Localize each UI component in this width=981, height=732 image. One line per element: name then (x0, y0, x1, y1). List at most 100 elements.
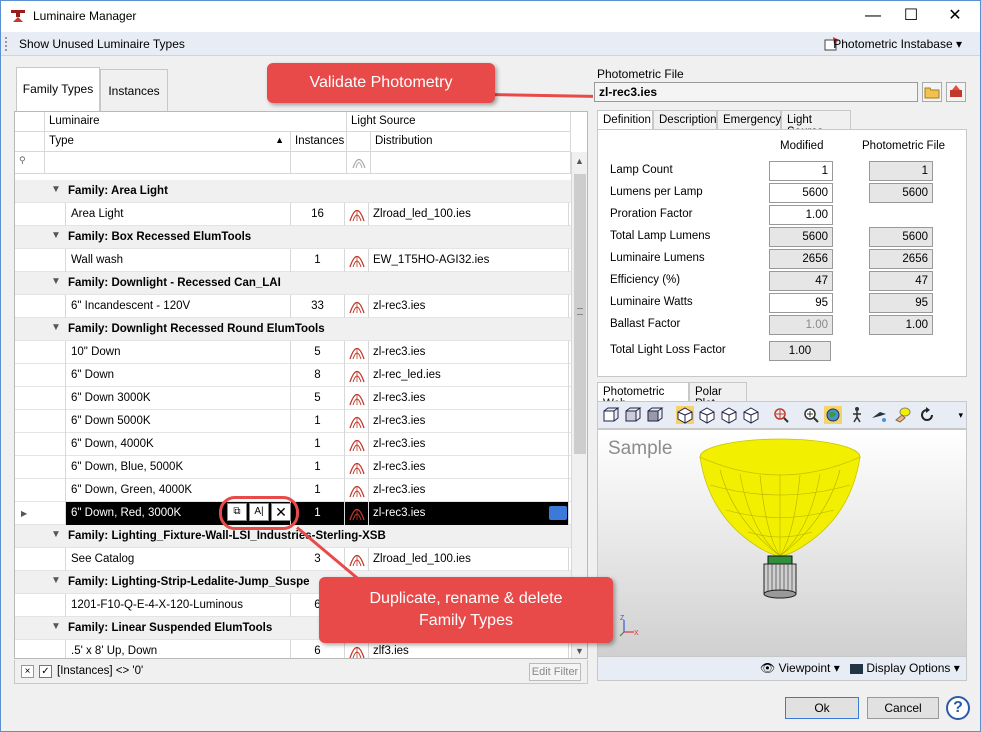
walk-icon[interactable] (848, 406, 866, 424)
tab-description[interactable]: Description (653, 110, 717, 130)
type-cell[interactable]: 6" Down (65, 364, 291, 387)
type-cell[interactable]: 6" Down 3000K (65, 387, 291, 410)
type-cell[interactable]: 6" Incandescent - 120V (65, 295, 291, 318)
family-group-row[interactable]: ▼ Family: Downlight - Recessed Can_LAI (15, 272, 571, 295)
type-cell[interactable]: 6" Down 5000K (65, 410, 291, 433)
type-cell[interactable]: 6" Down, 4000K (65, 433, 291, 456)
distribution-filter-input[interactable] (371, 152, 571, 173)
validate-photometry-button[interactable] (946, 82, 966, 102)
type-cell[interactable]: See Catalog (65, 548, 291, 571)
view-iso-1-icon[interactable] (676, 406, 694, 424)
type-cell[interactable]: 1201-F10-Q-E-4-X-120-Luminous (65, 594, 291, 617)
distribution-cell[interactable]: zl-rec3.ies (369, 433, 569, 456)
distribution-cell[interactable]: zl-rec3.ies (369, 502, 569, 525)
ok-button[interactable]: Ok (785, 697, 859, 719)
filter-enabled-checkbox[interactable]: ✓ (39, 665, 52, 678)
clear-filter-icon[interactable]: × (21, 665, 34, 678)
type-cell[interactable]: Wall wash (65, 249, 291, 272)
cancel-button[interactable]: Cancel (867, 697, 939, 719)
display-options-menu[interactable]: Display Options ▾ (850, 661, 960, 675)
distribution-icon-cell[interactable] (345, 249, 369, 272)
table-row[interactable]: 6" Down 8 zl-rec_led.ies (15, 364, 571, 387)
help-icon[interactable]: ? (946, 696, 970, 720)
table-row[interactable]: 6" Down 3000K 5 zl-rec3.ies (15, 387, 571, 410)
view-iso-2-icon[interactable] (698, 406, 716, 424)
distribution-icon-cell[interactable] (345, 410, 369, 433)
view-iso-4-icon[interactable] (742, 406, 760, 424)
distribution-cell[interactable]: zl-rec3.ies (369, 341, 569, 364)
table-row[interactable]: 6" Incandescent - 120V 33 zl-rec3.ies (15, 295, 571, 318)
collapse-icon[interactable]: ▼ (51, 276, 61, 287)
toolbar-overflow-icon[interactable]: ▾ (958, 410, 963, 421)
distribution-cell[interactable]: zl-rec3.ies (369, 479, 569, 502)
distribution-icon-cell[interactable] (345, 295, 369, 318)
distribution-icon-cell[interactable] (345, 341, 369, 364)
modified-value-field[interactable]: 1.00 (769, 205, 833, 225)
distribution-cell[interactable]: zl-rec3.ies (369, 295, 569, 318)
family-group-row[interactable]: ▼ Family: Lighting_Fixture-Wall-LSI_Indus… (15, 525, 571, 548)
scroll-up-icon[interactable]: ▲ (575, 156, 584, 166)
distribution-icon-cell[interactable] (345, 203, 369, 226)
orbit-globe-icon[interactable] (824, 406, 842, 424)
tab-polar-plot[interactable]: Polar Plot (689, 382, 747, 410)
collapse-icon[interactable]: ▼ (51, 575, 61, 586)
table-row[interactable]: 10" Down 5 zl-rec3.ies (15, 341, 571, 364)
collapse-icon[interactable]: ▼ (51, 529, 61, 540)
table-row[interactable]: 6" Down, 4000K 1 zl-rec3.ies (15, 433, 571, 456)
lighting-hand-icon[interactable] (894, 406, 912, 424)
close-icon[interactable]: ✕ (945, 6, 965, 26)
modified-value-field[interactable]: 1 (769, 161, 833, 181)
zoom-in-icon[interactable] (802, 406, 820, 424)
view-cube-front-icon[interactable] (602, 406, 620, 424)
view-iso-3-icon[interactable] (720, 406, 738, 424)
type-column-header[interactable]: Type ▲ (45, 132, 291, 151)
show-unused-button[interactable]: Show Unused Luminaire Types (19, 37, 185, 51)
scroll-down-icon[interactable]: ▼ (575, 646, 584, 656)
tab-family-types[interactable]: Family Types (16, 67, 100, 113)
type-cell[interactable]: .5' x 8' Up, Down (65, 640, 291, 658)
tab-light-source[interactable]: Light Source (781, 110, 851, 138)
view-cube-side-icon[interactable] (624, 406, 642, 424)
distribution-icon-cell[interactable] (345, 456, 369, 479)
tab-photometric-web[interactable]: Photometric Web (597, 382, 689, 410)
photometric-file-field[interactable]: zl-rec3.ies (594, 82, 918, 102)
viewpoint-menu[interactable]: 👁 Viewpoint ▾ (760, 661, 840, 675)
instances-filter-input[interactable] (291, 152, 347, 173)
distribution-cell[interactable]: zl-rec3.ies (369, 456, 569, 479)
table-row[interactable]: 6" Down, Blue, 5000K 1 zl-rec3.ies (15, 456, 571, 479)
family-group-row[interactable]: ▼ Family: Area Light (15, 180, 571, 203)
distribution-cell[interactable]: Zlroad_led_100.ies (369, 203, 569, 226)
distribution-icon-cell[interactable] (345, 433, 369, 456)
table-row[interactable]: Wall wash 1 EW_1T5HO-AGI32.ies (15, 249, 571, 272)
instances-column-header[interactable]: Instances (291, 132, 347, 151)
type-cell[interactable]: 10" Down (65, 341, 291, 364)
open-folder-button[interactable] (922, 82, 942, 102)
view-cube-top-icon[interactable] (646, 406, 664, 424)
distribution-cell[interactable]: zl-rec3.ies (369, 410, 569, 433)
tab-instances[interactable]: Instances (100, 69, 168, 113)
distribution-icon-cell[interactable] (345, 364, 369, 387)
maximize-icon[interactable]: ☐ (901, 6, 921, 26)
collapse-icon[interactable]: ▼ (51, 184, 61, 195)
browse-folder-icon[interactable] (549, 506, 567, 520)
minimize-icon[interactable]: — (863, 6, 883, 26)
distribution-icon-cell[interactable] (345, 502, 369, 525)
zoom-extents-icon[interactable] (772, 406, 790, 424)
distribution-cell[interactable]: zl-rec_led.ies (369, 364, 569, 387)
distribution-column-header[interactable]: Distribution (371, 132, 571, 151)
family-group-row[interactable]: ▼ Family: Box Recessed ElumTools (15, 226, 571, 249)
type-cell[interactable]: Area Light (65, 203, 291, 226)
table-row[interactable]: 6" Down 5000K 1 zl-rec3.ies (15, 410, 571, 433)
photometric-instabase-menu[interactable]: Photometric Instabase ▾ (833, 37, 962, 51)
table-row[interactable]: See Catalog 3 Zlroad_led_100.ies (15, 548, 571, 571)
distribution-cell[interactable]: EW_1T5HO-AGI32.ies (369, 249, 569, 272)
distribution-cell[interactable]: zl-rec3.ies (369, 387, 569, 410)
scrollbar-thumb[interactable] (574, 174, 586, 454)
table-row[interactable]: Area Light 16 Zlroad_led_100.ies (15, 203, 571, 226)
tab-definition[interactable]: Definition (597, 110, 653, 131)
refresh-icon[interactable] (918, 406, 936, 424)
modified-value-field[interactable]: 5600 (769, 183, 833, 203)
distribution-icon-cell[interactable] (345, 387, 369, 410)
type-cell[interactable]: 6" Down, Blue, 5000K (65, 456, 291, 479)
collapse-icon[interactable]: ▼ (51, 621, 61, 632)
